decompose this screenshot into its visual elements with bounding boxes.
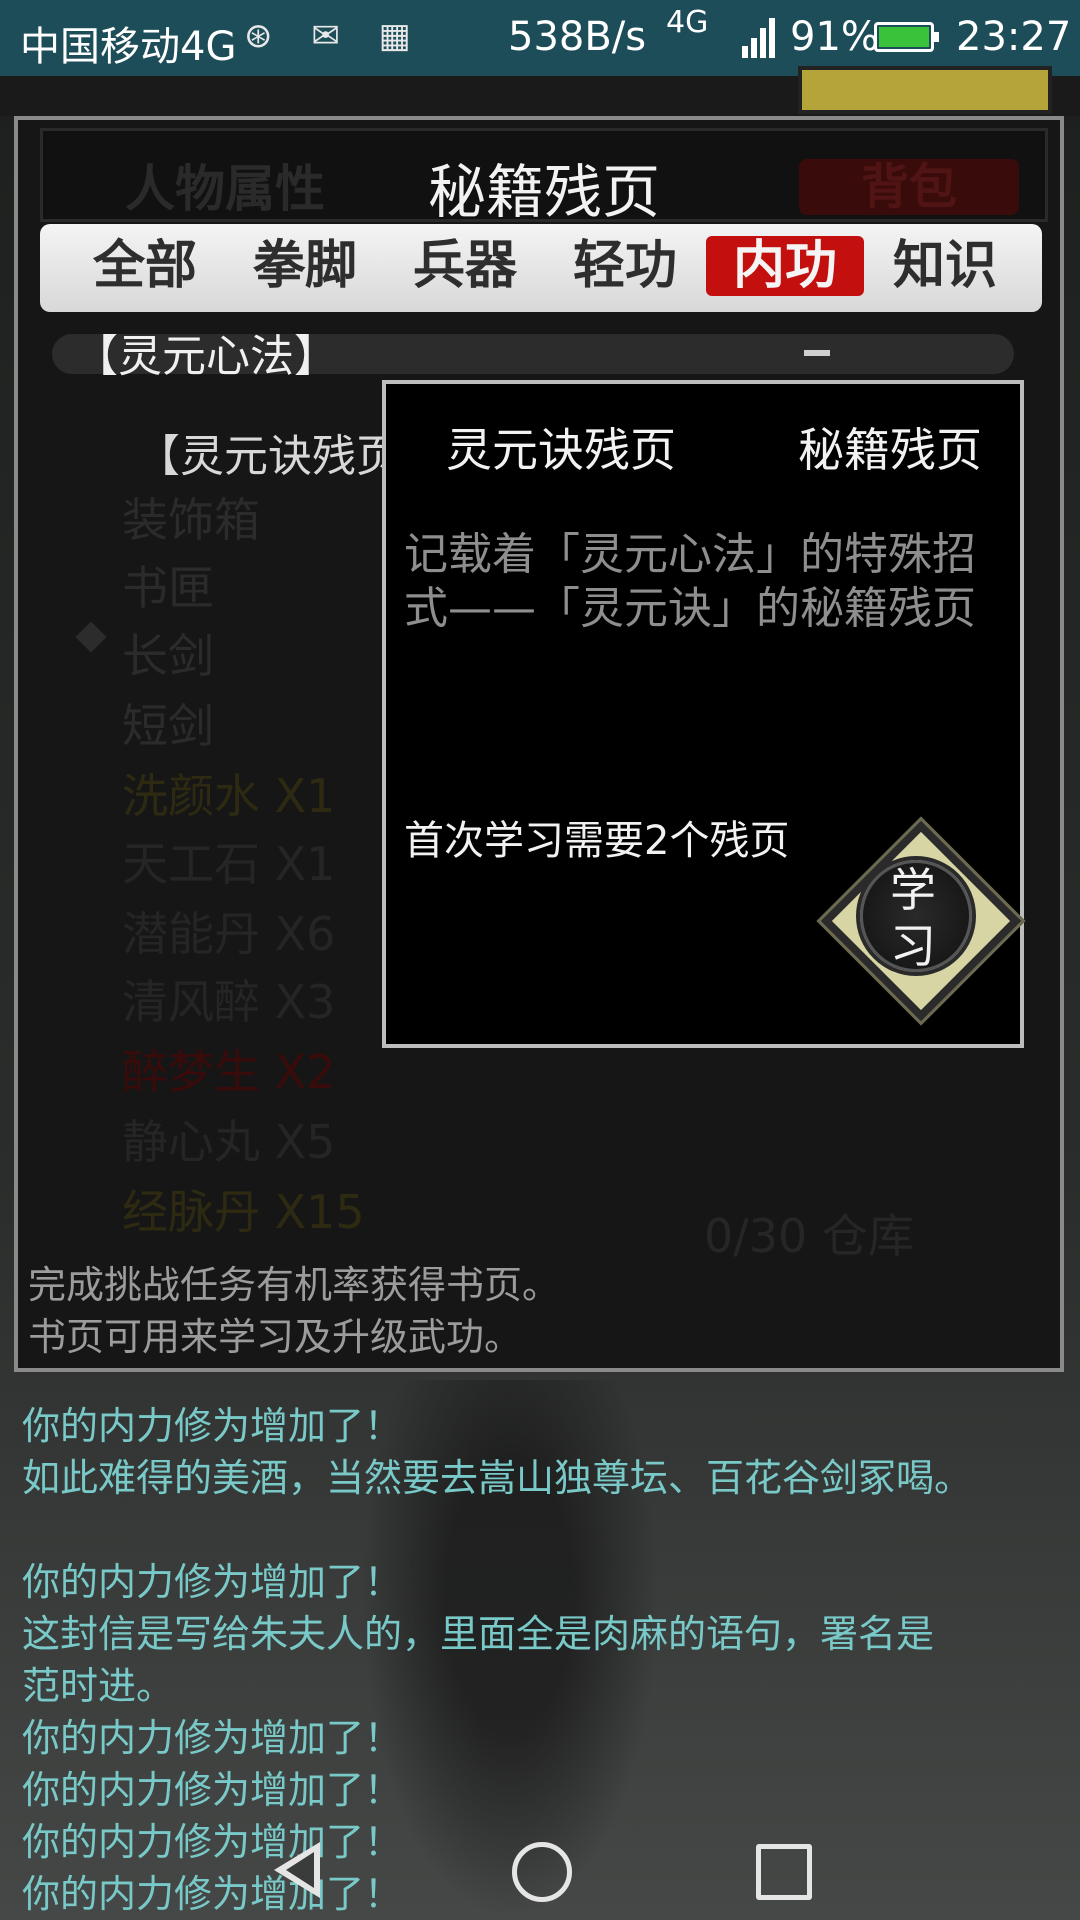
list-item: 长剑	[122, 629, 214, 683]
item-type: 秘籍残页	[798, 423, 982, 477]
hint-line-1: 完成挑战任务有机率获得书页。	[28, 1263, 561, 1307]
collapse-icon[interactable]	[804, 350, 830, 356]
item-name: 灵元诀残页	[446, 423, 676, 477]
category-tabs: 全部 拳脚 兵器 轻功 内功 知识	[40, 224, 1042, 312]
item-description: 记载着「灵元心法」的特殊招式——「灵元诀」的秘籍残页	[404, 529, 976, 634]
notification-icons: ⊛ ✉ ▦	[244, 16, 425, 56]
skill-group-header[interactable]: 【灵元心法】	[52, 331, 1014, 382]
skill-group-name: 【灵元心法】	[74, 331, 338, 382]
signal-icon	[742, 16, 776, 58]
system-nav-bar	[0, 1820, 1080, 1920]
log-line: 范时进。	[22, 1664, 175, 1708]
clock: 23:27	[956, 14, 1072, 60]
recent-apps-icon[interactable]	[756, 1844, 812, 1900]
list-item: 天工石 X1	[122, 837, 336, 891]
status-bar: 中国移动4G ⊛ ✉ ▦ 538B/s 4G 91% 23:27	[0, 0, 1080, 76]
log-line: 这封信是写给朱夫人的，里面全是肉麻的语句，署名是	[22, 1612, 935, 1656]
log-line: 你的内力修为增加了！	[22, 1768, 403, 1812]
list-item: 清风醉 X3	[122, 975, 336, 1029]
tab-all[interactable]: 全部	[66, 236, 224, 296]
battery-icon	[874, 22, 939, 52]
list-item: 醉梦生 X2	[122, 1045, 336, 1099]
tab-internal[interactable]: 内功	[706, 236, 864, 296]
list-item: 经脉丹 X15	[122, 1185, 365, 1239]
net-speed: 538B/s	[508, 14, 647, 60]
list-item: 装饰箱	[122, 493, 260, 547]
tab-lightness[interactable]: 轻功	[546, 236, 704, 296]
top-header-strip	[0, 66, 1080, 116]
log-line: 你的内力修为增加了！	[22, 1404, 403, 1448]
home-icon[interactable]	[512, 1842, 572, 1902]
tab-knowledge[interactable]: 知识	[866, 236, 1024, 296]
backpack-tab[interactable]: 背包	[799, 159, 1019, 215]
tab-fist-kick[interactable]: 拳脚	[226, 236, 384, 296]
learn-button[interactable]: 学 习	[818, 818, 1022, 1022]
log-line: 你的内力修为增加了！	[22, 1716, 403, 1760]
tab-weapons[interactable]: 兵器	[386, 236, 544, 296]
list-item: 潜能丹 X6	[122, 907, 336, 961]
log-line: 你的内力修为增加了！	[22, 1560, 403, 1604]
back-icon[interactable]	[274, 1842, 320, 1898]
network-type-icon: 4G	[666, 5, 709, 40]
battery-percent: 91%	[790, 14, 879, 60]
list-item: 书匣	[122, 561, 214, 615]
list-item: 短剑	[122, 699, 214, 753]
diamond-marker-icon	[75, 621, 107, 653]
panel-header: 人物属性 秘籍残页 背包	[40, 128, 1048, 226]
item-detail-popup: 灵元诀残页 秘籍残页 记载着「灵元心法」的特殊招式——「灵元诀」的秘籍残页 首次…	[382, 380, 1024, 1048]
carrier-label: 中国移动4G	[20, 24, 237, 70]
learn-requirement: 首次学习需要2个残页	[404, 818, 790, 864]
learn-button-label: 学 习	[890, 863, 936, 973]
log-line: 如此难得的美酒，当然要去嵩山独尊坛、百花谷剑冢喝。	[22, 1456, 973, 1500]
hint-line-2: 书页可用来学习及升级武功。	[28, 1315, 523, 1359]
storage-capacity: 0/30 仓库	[704, 1209, 914, 1263]
list-item: 静心丸 X5	[122, 1115, 336, 1169]
list-item: 洗颜水 X1	[122, 769, 336, 823]
